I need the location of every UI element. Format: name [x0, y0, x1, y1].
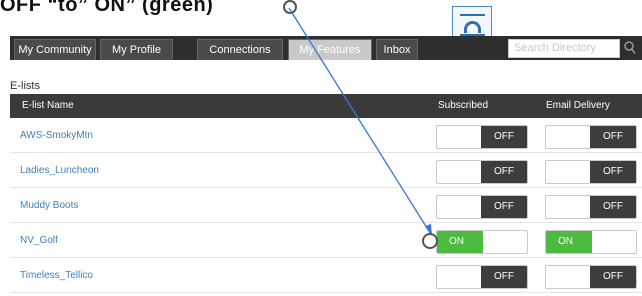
toggle-state-label: ON: [437, 231, 483, 253]
table-row: AWS-SmokyMtn OFF OFF: [10, 118, 642, 153]
email-delivery-toggle[interactable]: OFF: [545, 265, 637, 289]
toggle-state-label: OFF: [481, 126, 527, 148]
elist-link-timeless-tellico[interactable]: Timeless_Tellico: [20, 258, 93, 293]
toggle-state-label: OFF: [590, 196, 636, 218]
table-header: E-list Name Subscribed Email Delivery: [10, 94, 642, 118]
elist-link-nv-golf[interactable]: NV_Golf: [20, 223, 58, 258]
document-icon-bar-top: [460, 14, 485, 16]
toggle-state-label: OFF: [590, 161, 636, 183]
column-header-elist-name: E-list Name: [22, 100, 74, 111]
toggle-state-label: OFF: [481, 266, 527, 288]
table-row: Timeless_Tellico OFF OFF: [10, 258, 642, 293]
table-row: NV_Golf ON ON: [10, 223, 642, 258]
email-delivery-toggle[interactable]: ON: [545, 230, 637, 254]
tab-my-profile[interactable]: My Profile: [100, 39, 173, 60]
table-row: Muddy Boots OFF OFF: [10, 188, 642, 223]
subscribed-toggle[interactable]: OFF: [436, 195, 528, 219]
toggle-state-label: ON: [546, 231, 592, 253]
subscribed-toggle[interactable]: ON: [436, 230, 528, 254]
search-directory-input[interactable]: Search Directory: [508, 39, 620, 58]
instruction-text: OFF “to” ON” (green): [0, 0, 214, 16]
elist-link-ladies-luncheon[interactable]: Ladies_Luncheon: [20, 153, 99, 188]
elist-link-muddy-boots[interactable]: Muddy Boots: [20, 188, 78, 223]
tab-my-community[interactable]: My Community: [14, 39, 96, 60]
table-row: Ladies_Luncheon OFF OFF: [10, 153, 642, 188]
document-icon[interactable]: [452, 6, 492, 40]
email-delivery-toggle[interactable]: OFF: [545, 160, 637, 184]
elist-link-aws-smokymtn[interactable]: AWS-SmokyMtn: [20, 118, 93, 153]
subscribed-toggle[interactable]: OFF: [436, 160, 528, 184]
subscribed-toggle[interactable]: OFF: [436, 125, 528, 149]
tab-my-features[interactable]: My Features: [288, 39, 372, 60]
tab-connections[interactable]: Connections: [197, 39, 283, 60]
toggle-state-label: OFF: [481, 196, 527, 218]
toggle-state-label: OFF: [481, 161, 527, 183]
tab-inbox[interactable]: Inbox: [376, 39, 418, 60]
email-delivery-toggle[interactable]: OFF: [545, 195, 637, 219]
subscribed-toggle[interactable]: OFF: [436, 265, 528, 289]
search-icon[interactable]: [624, 41, 636, 55]
toggle-state-label: OFF: [590, 126, 636, 148]
section-title-elists: E-lists: [10, 80, 40, 92]
toggle-state-label: OFF: [590, 266, 636, 288]
column-header-email-delivery: Email Delivery: [546, 100, 610, 111]
main-nav: My Community My Profile Connections My F…: [10, 36, 642, 60]
document-icon-arc: [464, 21, 481, 33]
email-delivery-toggle[interactable]: OFF: [545, 125, 637, 149]
annotation-start-marker: [283, 0, 297, 14]
column-header-subscribed: Subscribed: [438, 100, 489, 111]
